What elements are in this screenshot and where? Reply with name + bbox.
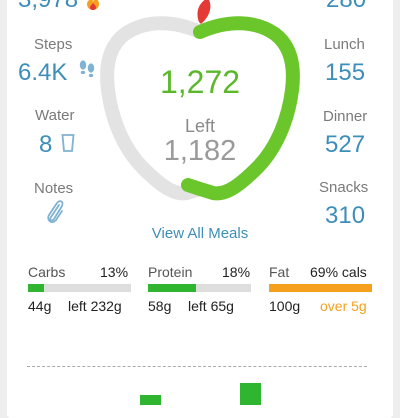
chart-bar xyxy=(140,395,161,405)
apple-progress-ring[interactable] xyxy=(95,0,305,210)
macro-fat-track xyxy=(269,284,372,292)
calories-consumed: 1,272 xyxy=(159,64,241,100)
top-left-value: 3,978 xyxy=(18,0,78,13)
macro-protein-fill xyxy=(148,284,197,292)
macro-fat-pct: 69% cals xyxy=(310,264,367,280)
macro-fat-remaining: over 5g xyxy=(320,298,367,314)
macro-protein-track xyxy=(148,284,251,292)
chart-bar xyxy=(240,383,261,405)
lunch-label: Lunch xyxy=(324,36,365,53)
top-right-value[interactable]: 280 xyxy=(326,0,366,14)
apple-leaf-icon xyxy=(197,0,211,24)
macro-carbs-label: Carbs xyxy=(28,264,66,280)
macro-carbs-amount: 44g xyxy=(28,298,52,314)
macro-carbs-fill xyxy=(28,284,45,292)
macro-protein-label: Protein xyxy=(148,264,193,280)
macro-carbs-track xyxy=(28,284,131,292)
top-left-value-row[interactable]: 3,978 xyxy=(18,0,101,14)
view-all-meals-link[interactable]: View All Meals xyxy=(0,225,400,242)
chart-goal-line xyxy=(27,366,367,367)
macro-protein-amount: 58g xyxy=(148,298,172,314)
macro-fat-label: Fat xyxy=(269,264,290,280)
macro-protein-pct: 18% xyxy=(222,264,251,280)
calories-left-value: 1,182 xyxy=(163,135,237,167)
macro-protein-remaining: left 65g xyxy=(188,298,234,314)
macro-carbs-remaining: left 232g xyxy=(68,298,122,314)
macro-fat-amount: 100g xyxy=(269,298,301,314)
steps-label: Steps xyxy=(34,36,73,53)
snacks-label: Snacks xyxy=(319,179,369,196)
macro-carbs-pct: 13% xyxy=(100,264,129,280)
macro-fat-fill xyxy=(269,284,372,292)
notes-label: Notes xyxy=(34,180,74,197)
calories-left-label: Left xyxy=(184,116,216,136)
